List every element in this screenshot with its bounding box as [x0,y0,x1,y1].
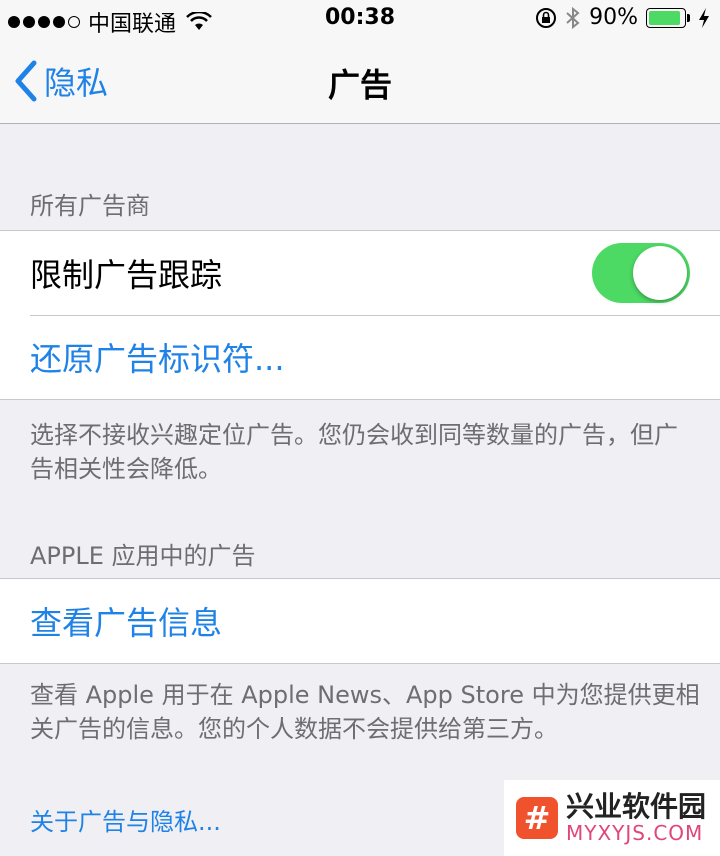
settings-group-apple-ads: 查看广告信息 [0,578,720,664]
bluetooth-icon [566,6,580,29]
view-ad-info-link[interactable]: 查看广告信息 [30,598,222,644]
section-footer-apple-ads: 查看 Apple 用于在 Apple News、App Store 中为您提供更… [30,681,700,743]
section-footer-all-advertisers: 选择不接收兴趣定位广告。您仍会收到同等数量的广告，但广告相关性会降低。 [30,421,678,483]
watermark-logo-icon: # [516,797,558,839]
status-bar: 中国联通 00:38 90% [0,0,720,40]
watermark-subtitle: MYXYJS.COM [566,821,704,845]
reset-ad-identifier-link[interactable]: 还原广告标识符... [30,334,285,380]
battery-icon [646,7,690,28]
section-header-all-advertisers: 所有广告商 [30,192,150,220]
navigation-bar: 隐私 广告 [0,40,720,124]
watermark-title: 兴业软件园 [566,790,707,823]
page-title: 广告 [327,66,392,104]
watermark-text: 兴业软件园 MYXYJS.COM [566,790,707,845]
limit-tracking-label: 限制广告跟踪 [30,256,223,294]
rotation-lock-icon [536,7,557,28]
battery-percent: 90% [589,5,638,30]
reset-ad-identifier-row[interactable]: 还原广告标识符... [0,315,720,399]
about-ads-privacy-link[interactable]: 关于广告与隐私... [30,802,221,837]
settings-group-all-advertisers: 限制广告跟踪 还原广告标识符... [0,230,720,400]
watermark: # 兴业软件园 MYXYJS.COM [504,780,720,856]
limit-tracking-row: 限制广告跟踪 [0,231,720,315]
charging-icon [699,7,709,28]
toggle-knob [633,246,687,300]
status-right: 90% [535,5,710,30]
view-ad-info-row[interactable]: 查看广告信息 [0,579,720,663]
limit-tracking-toggle[interactable] [592,243,690,303]
section-header-apple-ads: APPLE 应用中的广告 [30,542,256,570]
